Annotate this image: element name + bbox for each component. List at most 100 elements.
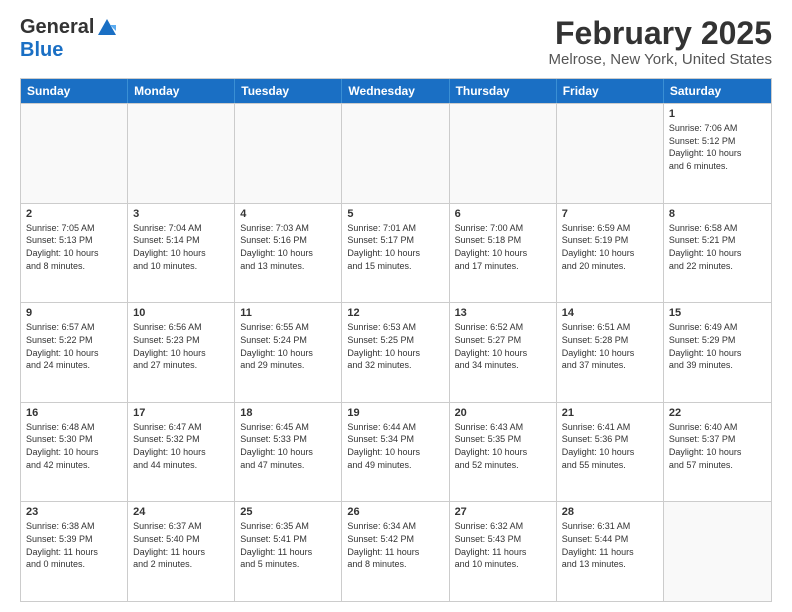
day-number: 12 (347, 307, 443, 319)
cell-info: Sunrise: 6:41 AM Sunset: 5:36 PM Dayligh… (562, 421, 658, 471)
calendar-cell: 24 Sunrise: 6:37 AM Sunset: 5:40 PM Dayli… (128, 502, 235, 601)
day-number: 7 (562, 208, 658, 220)
cell-info: Sunrise: 6:35 AM Sunset: 5:41 PM Dayligh… (240, 520, 336, 570)
calendar-cell: 9 Sunrise: 6:57 AM Sunset: 5:22 PM Daylig… (21, 303, 128, 402)
calendar-row: 16 Sunrise: 6:48 AM Sunset: 5:30 PM Dayli… (21, 402, 771, 502)
calendar-header: SundayMondayTuesdayWednesdayThursdayFrid… (21, 79, 771, 103)
cell-info: Sunrise: 6:58 AM Sunset: 5:21 PM Dayligh… (669, 222, 766, 272)
calendar-cell (450, 104, 557, 203)
cell-info: Sunrise: 7:00 AM Sunset: 5:18 PM Dayligh… (455, 222, 551, 272)
location: Melrose, New York, United States (549, 51, 772, 68)
calendar-cell: 12 Sunrise: 6:53 AM Sunset: 5:25 PM Dayli… (342, 303, 449, 402)
cell-info: Sunrise: 6:56 AM Sunset: 5:23 PM Dayligh… (133, 321, 229, 371)
day-number: 9 (26, 307, 122, 319)
calendar-cell: 7Sunrise: 6:59 AM Sunset: 5:19 PM Daylig… (557, 204, 664, 303)
calendar-cell: 13 Sunrise: 6:52 AM Sunset: 5:27 PM Dayli… (450, 303, 557, 402)
calendar-body: 1 Sunrise: 7:06 AM Sunset: 5:12 PM Daylig… (21, 103, 771, 601)
day-number: 3 (133, 208, 229, 220)
cell-info: Sunrise: 6:37 AM Sunset: 5:40 PM Dayligh… (133, 520, 229, 570)
day-number: 4 (240, 208, 336, 220)
day-number: 21 (562, 407, 658, 419)
calendar-cell (664, 502, 771, 601)
header-cell-friday: Friday (557, 79, 664, 103)
calendar-cell: 25 Sunrise: 6:35 AM Sunset: 5:41 PM Dayli… (235, 502, 342, 601)
day-number: 17 (133, 407, 229, 419)
day-number: 22 (669, 407, 766, 419)
header-cell-monday: Monday (128, 79, 235, 103)
cell-info: Sunrise: 6:51 AM Sunset: 5:28 PM Dayligh… (562, 321, 658, 371)
day-number: 2 (26, 208, 122, 220)
cell-info: Sunrise: 7:03 AM Sunset: 5:16 PM Dayligh… (240, 222, 336, 272)
calendar-cell: 1 Sunrise: 7:06 AM Sunset: 5:12 PM Daylig… (664, 104, 771, 203)
cell-info: Sunrise: 6:45 AM Sunset: 5:33 PM Dayligh… (240, 421, 336, 471)
day-number: 13 (455, 307, 551, 319)
calendar-cell: 6 Sunrise: 7:00 AM Sunset: 5:18 PM Daylig… (450, 204, 557, 303)
calendar-cell: 17 Sunrise: 6:47 AM Sunset: 5:32 PM Dayli… (128, 403, 235, 502)
cell-info: Sunrise: 6:34 AM Sunset: 5:42 PM Dayligh… (347, 520, 443, 570)
month-title: February 2025 (549, 16, 772, 51)
calendar-cell (235, 104, 342, 203)
header-cell-thursday: Thursday (450, 79, 557, 103)
logo-general-text: General (20, 16, 94, 39)
cell-info: Sunrise: 6:57 AM Sunset: 5:22 PM Dayligh… (26, 321, 122, 371)
calendar-cell: 28 Sunrise: 6:31 AM Sunset: 5:44 PM Dayli… (557, 502, 664, 601)
day-number: 6 (455, 208, 551, 220)
day-number: 16 (26, 407, 122, 419)
cell-info: Sunrise: 6:32 AM Sunset: 5:43 PM Dayligh… (455, 520, 551, 570)
cell-info: Sunrise: 6:52 AM Sunset: 5:27 PM Dayligh… (455, 321, 551, 371)
cell-info: Sunrise: 7:01 AM Sunset: 5:17 PM Dayligh… (347, 222, 443, 272)
calendar-cell: 4 Sunrise: 7:03 AM Sunset: 5:16 PM Daylig… (235, 204, 342, 303)
day-number: 1 (669, 108, 766, 120)
calendar-cell: 14 Sunrise: 6:51 AM Sunset: 5:28 PM Dayli… (557, 303, 664, 402)
header-cell-saturday: Saturday (664, 79, 771, 103)
cell-info: Sunrise: 6:55 AM Sunset: 5:24 PM Dayligh… (240, 321, 336, 371)
cell-info: Sunrise: 6:31 AM Sunset: 5:44 PM Dayligh… (562, 520, 658, 570)
header: General Blue February 2025 Melrose, New … (20, 16, 772, 68)
day-number: 27 (455, 506, 551, 518)
cell-info: Sunrise: 6:40 AM Sunset: 5:37 PM Dayligh… (669, 421, 766, 471)
calendar-row: 2 Sunrise: 7:05 AM Sunset: 5:13 PM Daylig… (21, 203, 771, 303)
day-number: 15 (669, 307, 766, 319)
header-cell-tuesday: Tuesday (235, 79, 342, 103)
cell-info: Sunrise: 6:44 AM Sunset: 5:34 PM Dayligh… (347, 421, 443, 471)
logo-icon (96, 17, 118, 39)
day-number: 25 (240, 506, 336, 518)
calendar-cell (342, 104, 449, 203)
calendar: SundayMondayTuesdayWednesdayThursdayFrid… (20, 78, 772, 602)
calendar-cell: 20Sunrise: 6:43 AM Sunset: 5:35 PM Dayli… (450, 403, 557, 502)
calendar-cell: 11Sunrise: 6:55 AM Sunset: 5:24 PM Dayli… (235, 303, 342, 402)
calendar-row: 23Sunrise: 6:38 AM Sunset: 5:39 PM Dayli… (21, 501, 771, 601)
cell-info: Sunrise: 7:05 AM Sunset: 5:13 PM Dayligh… (26, 222, 122, 272)
cell-info: Sunrise: 7:06 AM Sunset: 5:12 PM Dayligh… (669, 122, 766, 172)
calendar-cell: 5 Sunrise: 7:01 AM Sunset: 5:17 PM Daylig… (342, 204, 449, 303)
calendar-cell: 23Sunrise: 6:38 AM Sunset: 5:39 PM Dayli… (21, 502, 128, 601)
calendar-row: 1 Sunrise: 7:06 AM Sunset: 5:12 PM Daylig… (21, 103, 771, 203)
calendar-cell: 21 Sunrise: 6:41 AM Sunset: 5:36 PM Dayli… (557, 403, 664, 502)
page: General Blue February 2025 Melrose, New … (0, 0, 792, 612)
cell-info: Sunrise: 6:47 AM Sunset: 5:32 PM Dayligh… (133, 421, 229, 471)
calendar-cell: 8Sunrise: 6:58 AM Sunset: 5:21 PM Daylig… (664, 204, 771, 303)
calendar-cell: 15Sunrise: 6:49 AM Sunset: 5:29 PM Dayli… (664, 303, 771, 402)
calendar-cell: 18Sunrise: 6:45 AM Sunset: 5:33 PM Dayli… (235, 403, 342, 502)
calendar-cell (557, 104, 664, 203)
calendar-cell: 26Sunrise: 6:34 AM Sunset: 5:42 PM Dayli… (342, 502, 449, 601)
header-cell-wednesday: Wednesday (342, 79, 449, 103)
cell-info: Sunrise: 6:53 AM Sunset: 5:25 PM Dayligh… (347, 321, 443, 371)
calendar-cell: 19 Sunrise: 6:44 AM Sunset: 5:34 PM Dayli… (342, 403, 449, 502)
day-number: 20 (455, 407, 551, 419)
calendar-cell: 10 Sunrise: 6:56 AM Sunset: 5:23 PM Dayli… (128, 303, 235, 402)
cell-info: Sunrise: 7:04 AM Sunset: 5:14 PM Dayligh… (133, 222, 229, 272)
day-number: 5 (347, 208, 443, 220)
calendar-cell: 2 Sunrise: 7:05 AM Sunset: 5:13 PM Daylig… (21, 204, 128, 303)
title-section: February 2025 Melrose, New York, United … (549, 16, 772, 68)
cell-info: Sunrise: 6:48 AM Sunset: 5:30 PM Dayligh… (26, 421, 122, 471)
calendar-cell: 22 Sunrise: 6:40 AM Sunset: 5:37 PM Dayli… (664, 403, 771, 502)
day-number: 24 (133, 506, 229, 518)
day-number: 14 (562, 307, 658, 319)
calendar-cell: 16 Sunrise: 6:48 AM Sunset: 5:30 PM Dayli… (21, 403, 128, 502)
calendar-cell: 3 Sunrise: 7:04 AM Sunset: 5:14 PM Daylig… (128, 204, 235, 303)
day-number: 28 (562, 506, 658, 518)
day-number: 10 (133, 307, 229, 319)
calendar-cell: 27 Sunrise: 6:32 AM Sunset: 5:43 PM Dayli… (450, 502, 557, 601)
day-number: 19 (347, 407, 443, 419)
